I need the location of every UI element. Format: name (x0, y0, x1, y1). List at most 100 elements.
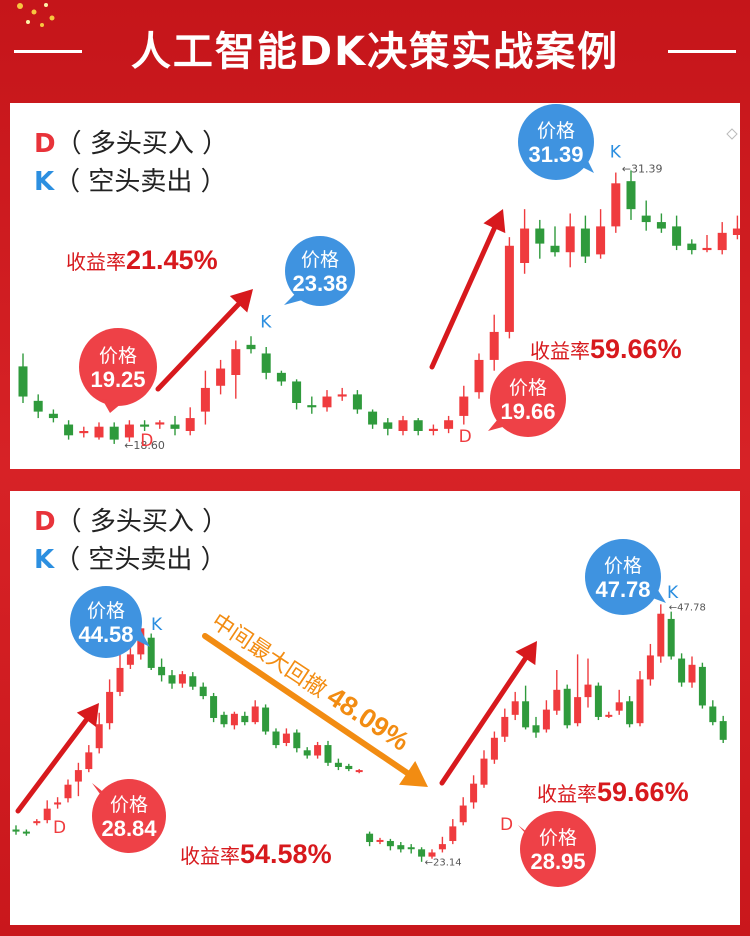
yield-value: 59.66% (597, 777, 689, 807)
candle-body (626, 181, 636, 210)
candle-body (185, 418, 195, 431)
candle-body (615, 702, 623, 711)
candle-body (43, 808, 51, 821)
candle-body (553, 689, 561, 711)
rise-arrow-1-shaft (15, 717, 89, 814)
candle-body (688, 664, 696, 683)
candle-body (33, 400, 43, 412)
d-signal-marker: D (53, 818, 66, 838)
yield-label: 收益率 (537, 782, 597, 806)
candle-body (574, 697, 582, 724)
candle-body (386, 840, 394, 847)
candle-body (246, 344, 256, 350)
candle-body (626, 701, 634, 725)
candle-body (79, 431, 89, 434)
candle-body (22, 831, 30, 834)
buy-price-bubble-1: 价格28.84 (92, 779, 166, 853)
candle-body (550, 245, 560, 253)
candle-body (168, 675, 176, 684)
candle-body (732, 228, 740, 235)
chart-panel-2: D（ 多头买入 ） K（ 空头卖出 ） ←23.14 ←47.78 D K D K 中间最大… (10, 491, 740, 925)
candle-body (428, 428, 438, 431)
candle-body (383, 422, 393, 429)
k-signal-marker: K (260, 313, 272, 333)
rise-arrow-2-shaft (429, 225, 497, 370)
sell-price-bubble-2: 价格31.39 (518, 104, 594, 180)
candle-body (480, 758, 488, 785)
candle-body (646, 655, 654, 680)
d-signal-marker: D (500, 815, 513, 835)
candle-body (535, 228, 545, 244)
candle-body (64, 784, 72, 799)
buy-price-bubble-2: 价格28.95 (518, 811, 596, 887)
candle-body (594, 685, 602, 717)
drawdown-arrow-head (399, 760, 428, 787)
candle-body (641, 215, 651, 223)
candle-body (170, 424, 180, 429)
candle-body (522, 701, 530, 728)
candle-body (459, 805, 467, 823)
bubble-label: 价格 (87, 600, 125, 622)
yield-value: 59.66% (590, 334, 682, 364)
candle-body (272, 731, 280, 746)
candle-body (337, 394, 347, 397)
candle-body (324, 745, 332, 763)
candle-body (397, 845, 405, 850)
candle-body (418, 849, 426, 857)
buy-price-bubble-1: 价格19.25 (79, 328, 157, 413)
candle-body (717, 232, 727, 251)
candle-body (398, 420, 408, 431)
candle-body (501, 716, 509, 737)
candle-body (702, 247, 712, 251)
rise-arrow-1-shaft (155, 301, 242, 392)
header: 人工智能DK决策实战案例 (0, 0, 750, 100)
yield-label: 收益率 (530, 339, 590, 363)
yield-text-1: 收益率21.45% (66, 245, 218, 275)
bubble-value: 23.38 (292, 271, 347, 296)
bubble-value: 28.84 (101, 816, 157, 841)
candle-body (563, 688, 571, 726)
candle-body (95, 724, 103, 749)
bubble-label: 价格 (604, 555, 642, 577)
candle-body (366, 833, 374, 843)
candle-body (470, 783, 478, 803)
candle-body (678, 658, 686, 683)
candle-body (216, 368, 226, 386)
candle-body (667, 618, 675, 657)
bubble-label: 价格 (539, 827, 577, 849)
candle-body (303, 750, 311, 756)
bubble-value: 19.25 (90, 367, 145, 392)
candle-body (504, 245, 514, 332)
low-price-tag: ←23.14 (425, 857, 462, 868)
candle-body (511, 701, 519, 715)
candle-body (261, 353, 271, 373)
candle-body (687, 243, 697, 251)
candle-body (126, 654, 134, 665)
candle-body (407, 847, 415, 850)
yield-text-2: 收益率59.66% (530, 334, 682, 364)
candle-body (368, 411, 378, 425)
sell-price-bubble-1: 价格23.38 (284, 236, 355, 306)
candle-body (189, 676, 197, 687)
yield-value: 21.45% (126, 245, 218, 275)
candle-body (656, 222, 666, 229)
candle-body (698, 666, 706, 706)
bubble-value: 47.78 (595, 577, 650, 602)
candle-body (520, 228, 530, 263)
candle-body (489, 331, 499, 360)
candle-body (85, 752, 93, 770)
bubble-value: 31.39 (528, 142, 583, 167)
candle-body (611, 183, 621, 227)
candle-body (48, 413, 58, 419)
candle-body (636, 679, 644, 724)
candle-body (147, 637, 155, 668)
d-signal-marker: D (459, 427, 472, 447)
bubble-label: 价格 (110, 794, 148, 816)
k-signal-marker: K (667, 583, 679, 603)
candle-body (596, 226, 606, 255)
candle-body (124, 424, 134, 438)
candle-body (719, 721, 727, 740)
candle-body (210, 696, 218, 718)
bubble-label: 价格 (509, 377, 547, 399)
candle-body (376, 839, 384, 842)
